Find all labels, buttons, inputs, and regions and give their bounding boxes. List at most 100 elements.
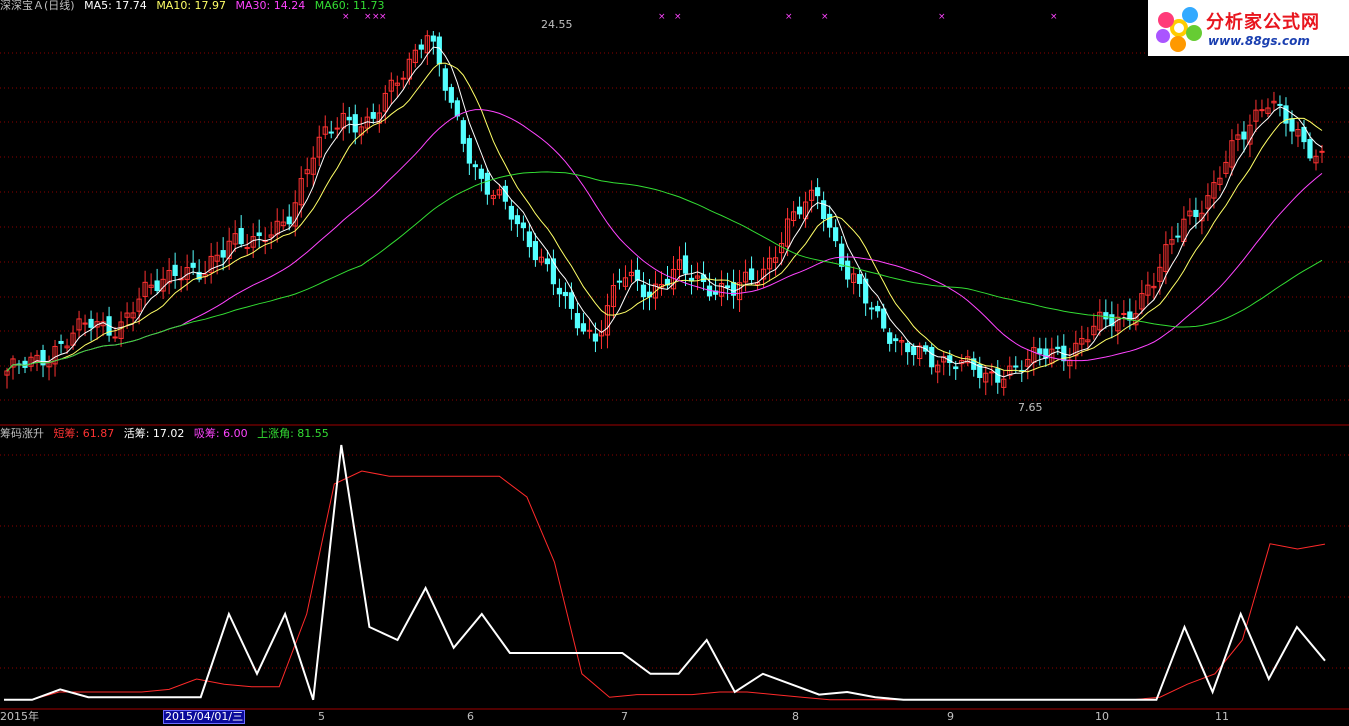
signal-mark: × [364,12,372,22]
signal-mark: × [658,12,666,22]
candle-body [616,280,623,283]
signal-mark: × [379,12,387,22]
candle-body [244,246,250,249]
candle-body [562,291,569,297]
candle-body [911,345,917,356]
ma5-line [6,46,1323,378]
x-label-jun: 6 [467,710,474,723]
candle-body [352,114,358,133]
logo-url: www.88gs.com [1208,34,1310,48]
indicator-panel-header: 筹码涨升 短筹: 61.87 活筹: 17.02 吸筹: 6.00 上涨角: 8… [0,427,335,441]
candle-body [544,258,551,265]
ma30-label: MA30: 14.24 [235,0,306,12]
candle-body [887,332,893,344]
ma60-label: MA60: 11.73 [314,0,385,12]
candle-body [1175,235,1181,238]
candle-body [172,264,178,277]
candle-body [532,241,539,261]
candle-body [418,44,424,50]
candle-body [568,292,575,309]
stock-title: 深深宝Ａ(日线) [0,0,75,12]
candle-body [640,284,647,298]
short-chip-label: 短筹: 61.87 [53,427,115,440]
candle-body [508,205,514,220]
low-price-label: 7.65 [1018,401,1043,414]
candle-body [748,268,755,281]
candle-body [466,138,472,164]
x-label-may: 5 [318,710,325,723]
x-label-oct: 10 [1095,710,1109,723]
x-label-sep: 9 [947,710,954,723]
candle-body [58,340,64,344]
candle-body [724,285,731,289]
candle-body [634,269,641,281]
candle-body [460,120,466,144]
candle-body [88,318,94,328]
candle-body [893,338,899,342]
candle-body [833,227,839,242]
ma60-line [6,171,1323,372]
x-label-jul: 7 [621,710,628,723]
short-chip-line [4,470,1326,701]
candle-body [256,232,262,237]
x-label-nov: 11 [1215,710,1229,723]
logo-title: 分析家公式网 [1206,12,1320,33]
grid-lines [0,52,1349,710]
candle-body [346,116,352,121]
candle-body [1013,365,1019,368]
ma30-line [6,109,1323,372]
candle-body [556,287,563,295]
price-panel-header: 深深宝Ａ(日线) MA5: 17.74 MA10: 17.97 MA30: 14… [0,0,390,13]
candle-body [953,366,959,370]
x-label-aug: 8 [792,710,799,723]
active-chip-label: 活筹: 17.02 [123,427,185,440]
candle-body [442,68,448,91]
candle-body [574,313,581,329]
candle-body [190,262,196,268]
candle-body [454,100,460,117]
candle-body [1241,131,1247,140]
ma10-label: MA10: 17.97 [156,0,227,12]
candle-body [520,222,526,229]
indicator-lines [4,444,1326,701]
signal-mark: × [785,12,793,22]
candle-body [1319,150,1325,153]
signal-mark: × [342,12,350,22]
candle-body [857,274,863,284]
x-label-selected-date[interactable]: 2015/04/01/三 [163,710,246,724]
candle-body [526,231,532,248]
candle-body [869,307,875,310]
candle-body [514,215,520,225]
chart-stage[interactable]: × × × × × × × × × × [0,0,1349,723]
candle-body [881,308,887,329]
site-logo[interactable]: 分析家公式网 www.88gs.com [1148,0,1349,56]
candle-body [484,172,490,195]
candle-body [334,127,340,130]
candle-body [1259,109,1265,112]
candle-body [400,77,406,80]
candle-body [112,336,118,339]
candle-body [797,206,803,215]
signal-mark: × [1050,12,1058,22]
absorb-chip-label: 吸筹: 6.00 [193,427,248,440]
candle-body [472,164,478,168]
candle-body [845,260,851,280]
chart-canvas[interactable]: × × × × × × × × × × [0,0,1349,723]
signal-mark: × [674,12,682,22]
candle-body [827,213,833,228]
signal-mark: × [938,12,946,22]
flower-logo-icon [1156,7,1202,52]
candle-body [1193,209,1199,218]
x-label-year: 2015年 [0,710,39,723]
candle-body [448,87,454,103]
candle-body [22,360,28,368]
candle-body [328,131,334,134]
candle-body [154,280,160,291]
candle-body [1277,103,1283,106]
indicator-title: 筹码涨升 [0,427,44,440]
candle-body [370,112,376,119]
candlesticks [4,30,1325,396]
moving-averages [6,46,1323,378]
candle-body [1103,312,1109,320]
signal-mark: × [821,12,829,22]
